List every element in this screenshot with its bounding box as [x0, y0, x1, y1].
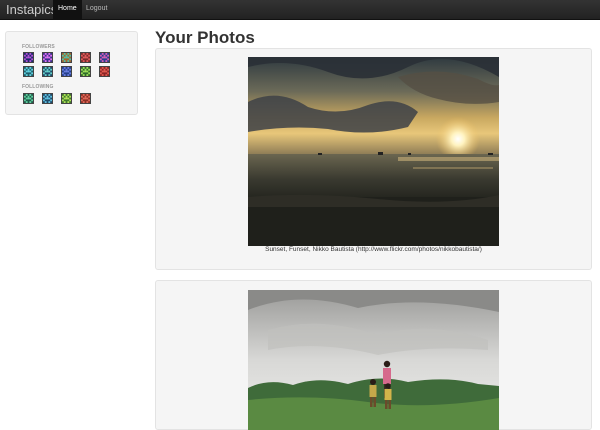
page-title: Your Photos: [155, 28, 255, 47]
avatar[interactable]: [23, 93, 34, 104]
photo-family[interactable]: [248, 290, 499, 430]
avatar[interactable]: [80, 66, 91, 77]
avatar[interactable]: [99, 52, 110, 63]
nav-logout[interactable]: Logout: [81, 0, 112, 19]
brand-logo[interactable]: Instapics: [6, 1, 57, 18]
avatar[interactable]: [23, 52, 34, 63]
avatar[interactable]: [42, 66, 53, 77]
top-navbar: Instapics Home Logout: [0, 0, 600, 20]
nav-home[interactable]: Home: [53, 0, 82, 19]
photo-sunset[interactable]: [248, 57, 499, 246]
sidebar: FOLLOWERS FOLLOWING: [5, 31, 138, 115]
sunset-image: [248, 57, 499, 246]
photo-card: Sunset, Funset, Nikko Bautista (http://w…: [155, 48, 592, 270]
family-image: [248, 290, 499, 430]
avatar[interactable]: [42, 52, 53, 63]
avatar[interactable]: [42, 93, 53, 104]
avatar[interactable]: [80, 93, 91, 104]
avatar[interactable]: [61, 66, 72, 77]
followers-label: FOLLOWERS: [22, 44, 55, 50]
avatar[interactable]: [99, 66, 110, 77]
photo-card: [155, 280, 592, 430]
avatar[interactable]: [23, 66, 34, 77]
photo-caption: Sunset, Funset, Nikko Bautista (http://w…: [265, 246, 482, 253]
avatar[interactable]: [80, 52, 91, 63]
avatar[interactable]: [61, 93, 72, 104]
avatar[interactable]: [61, 52, 72, 63]
following-label: FOLLOWING: [22, 84, 54, 90]
